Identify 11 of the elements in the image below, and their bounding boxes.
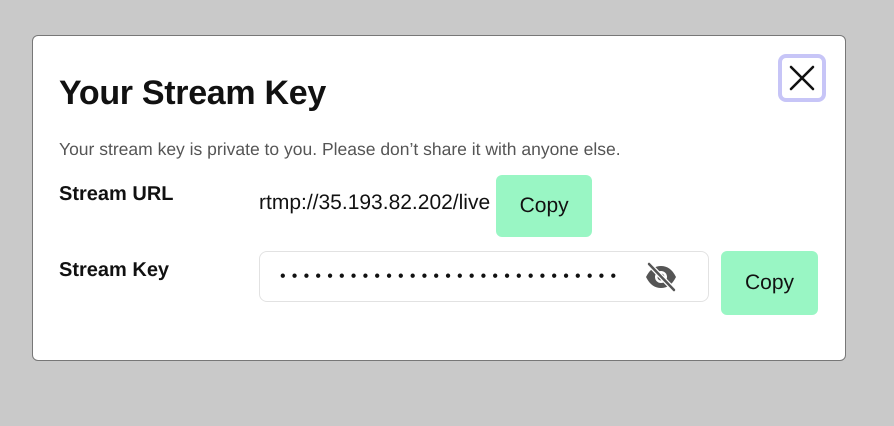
url-text: rtmp://35.193.82.202/live: [259, 190, 490, 215]
field-label: Stream URL: [59, 182, 174, 206]
field-label: Stream Key: [59, 258, 170, 282]
key-field[interactable]: •••••••••••••••••••••••••••••: [259, 251, 709, 302]
copy-button[interactable]: Copy: [496, 175, 592, 237]
dialog-description: Your stream key is private to you. Please don’t share it with anyone else.: [59, 139, 622, 160]
close-icon: [788, 64, 816, 92]
close-button[interactable]: [778, 54, 826, 102]
dialog-title: Your Stream Key: [59, 74, 326, 113]
copy-button[interactable]: Copy: [721, 251, 818, 315]
eye-slash-icon[interactable]: [644, 262, 678, 292]
